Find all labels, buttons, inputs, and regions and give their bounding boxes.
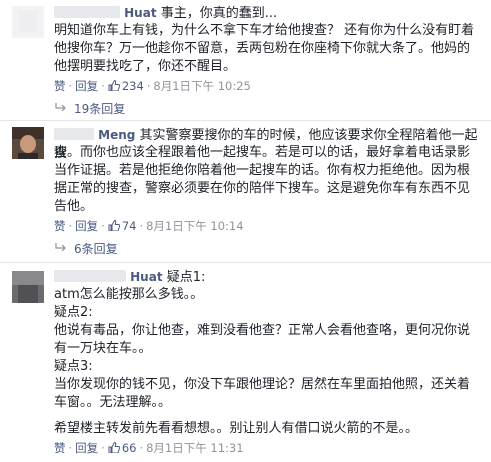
reply-arrow-icon (55, 103, 66, 112)
comment-line: 他搜你车？万一他趁你不留意，丢两包粉在你座椅下你就大条了。他妈的 (54, 41, 471, 56)
reply-button[interactable]: 回复 (75, 441, 98, 455)
comment-author[interactable]: Huat (130, 270, 162, 284)
comment-actions: 赞 · 回复 · 66 · 8月1日下午 11:31 (54, 441, 244, 455)
thumbs-up-icon (108, 80, 120, 91)
thumbs-up-icon (108, 220, 120, 231)
like-button[interactable]: 赞 (54, 79, 66, 93)
comment-line: 疑点1: (166, 270, 206, 285)
comment-divider (0, 262, 491, 263)
like-count[interactable]: 234 (108, 79, 144, 93)
avatar[interactable] (12, 271, 44, 303)
comment-timestamp[interactable]: 8月1日下午 11:31 (146, 441, 243, 455)
comment-line: atm怎么能按那么多钱。。 (54, 287, 204, 302)
reply-button[interactable]: 回复 (75, 79, 98, 93)
comment-line: 明知道你车上有钱，为什么不拿下车才给他搜查？ 还有你为什么没有盯着 (54, 23, 475, 38)
avatar-photo (12, 271, 44, 303)
comment-line: 车窗。。无法理解。。 (54, 395, 172, 410)
reply-arrow-icon (55, 243, 66, 252)
comment-line: 他说有毒品，你让他查，难到没看他查？正常人会看他查咯，更何况你说 (54, 323, 471, 338)
author-name-blurred (54, 270, 126, 282)
comment-line (54, 412, 484, 420)
comment-line: 疑点2: (54, 305, 93, 320)
avatar-photo (12, 127, 44, 159)
view-replies-link[interactable]: 19条回复 (54, 100, 125, 117)
like-button[interactable]: 赞 (54, 441, 66, 455)
comment-actions: 赞 · 回复 · 74 · 8月1日下午 10:14 (54, 219, 244, 233)
comment-timestamp[interactable]: 8月1日下午 10:25 (153, 79, 250, 93)
author-name-blurred (54, 128, 94, 140)
comment-author[interactable]: Meng (98, 128, 135, 142)
comment-line: 疑点3: (54, 359, 93, 374)
comment-line: 希望楼主转发前先看看想想。。别让别人有借口说火箭的不是。。 (54, 421, 419, 436)
thumbs-up-icon (108, 442, 120, 453)
comment-line: 有一万块在车。。 (54, 341, 152, 356)
comment-line: 他摆明要找吃了，你还不醒目。 (54, 59, 237, 74)
avatar[interactable] (12, 127, 44, 159)
avatar-photo (12, 6, 44, 38)
view-replies-link[interactable]: 6条回复 (54, 240, 118, 257)
comment-divider (0, 120, 491, 121)
like-button[interactable]: 赞 (54, 219, 66, 233)
reply-button[interactable]: 回复 (75, 219, 98, 233)
comment-author[interactable]: Huat (124, 6, 156, 20)
like-count[interactable]: 66 (108, 441, 136, 455)
comment-timestamp[interactable]: 8月1日下午 10:14 (146, 219, 243, 233)
comment-line: 告他。 (54, 199, 94, 214)
comment-line: 当你发现你的钱不见，你没下车跟他理论？居然在车里面拍他照，还关着 (54, 377, 471, 392)
reply-to-text: 事主，你真的蠢到... (160, 6, 278, 21)
avatar[interactable] (12, 6, 44, 38)
author-name-blurred (54, 6, 120, 18)
comment-line: 当作证据。若是他拒绝你陪着他一起搜车的话。你有权力拒绝他。因为根 (54, 163, 471, 178)
comment-actions: 赞 · 回复 · 234 · 8月1日下午 10:25 (54, 79, 251, 93)
comment-line: 据正常的搜查，警察必须要在你的陪伴下搜车。这是避免你车有东西不见 (54, 181, 471, 196)
like-count[interactable]: 74 (108, 219, 136, 233)
comment-line: 查。而你也应该全程跟着他一起搜车。若是可以的话，最好拿着电话录影 (54, 145, 471, 160)
